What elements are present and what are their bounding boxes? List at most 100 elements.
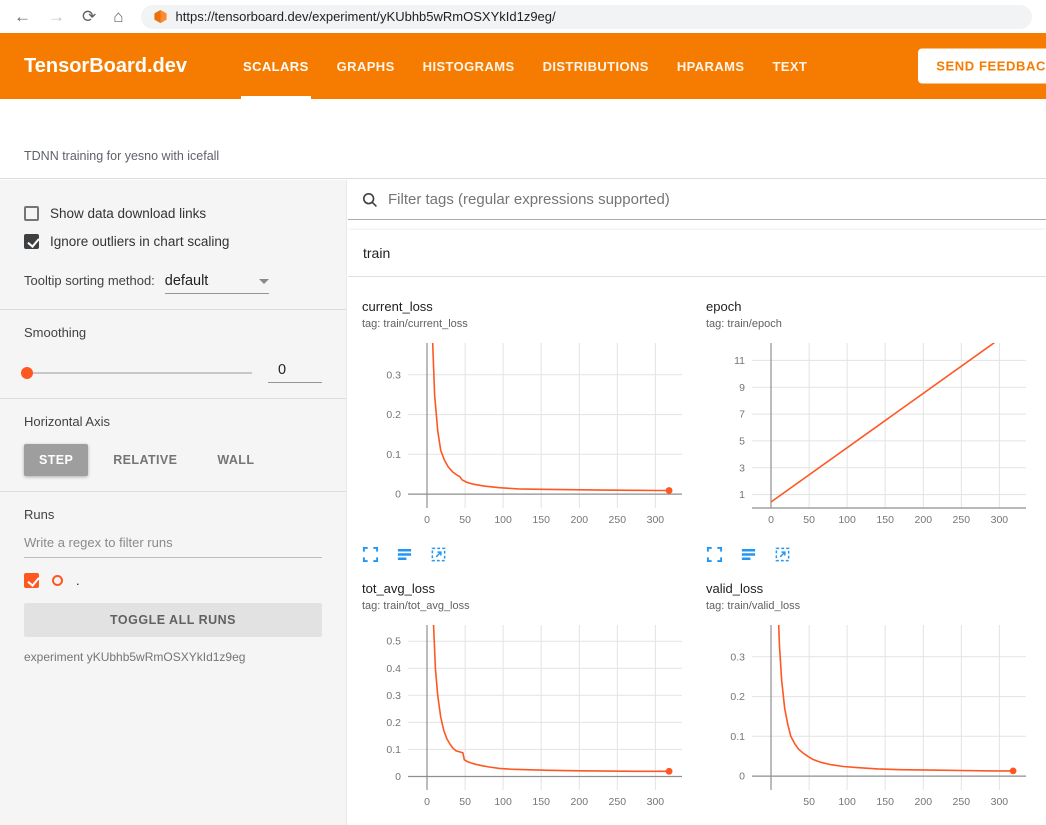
smoothing-label: Smoothing — [24, 325, 322, 340]
chart-title: valid_loss — [706, 581, 1042, 596]
site-favicon — [153, 9, 168, 24]
divider — [0, 491, 346, 492]
checkbox-label: Ignore outliers in chart scaling — [50, 234, 229, 249]
url-text: https://tensorboard.dev/experiment/yKUbh… — [176, 9, 556, 24]
chart-card-current_loss: current_losstag: train/current_loss05010… — [362, 299, 698, 563]
smoothing-slider[interactable] — [24, 372, 252, 374]
chart-title: epoch — [706, 299, 1042, 314]
forward-icon[interactable]: → — [48, 8, 65, 25]
svg-text:0: 0 — [768, 514, 774, 526]
back-icon[interactable]: ← — [14, 8, 31, 25]
svg-text:250: 250 — [609, 514, 627, 526]
dropdown-value: default — [165, 273, 209, 289]
svg-text:7: 7 — [739, 409, 745, 421]
chart-plot[interactable]: 05010015020025030000.10.20.30.40.5 — [362, 620, 694, 816]
show-download-links-checkbox-row[interactable]: Show data download links — [24, 206, 322, 221]
checkbox-icon[interactable] — [24, 206, 39, 221]
axis-buttons: STEP RELATIVE WALL — [24, 444, 322, 476]
runs-list: . — [24, 573, 322, 588]
send-feedback-button[interactable]: SEND FEEDBACK — [918, 49, 1046, 84]
svg-text:0.2: 0.2 — [386, 717, 401, 729]
chart-tag: tag: train/valid_loss — [706, 600, 1042, 612]
checkbox-icon[interactable] — [24, 234, 39, 249]
smoothing-value[interactable]: 0 — [268, 362, 322, 383]
svg-text:0.1: 0.1 — [386, 744, 401, 756]
run-name: . — [76, 573, 80, 588]
svg-text:1: 1 — [739, 489, 745, 501]
svg-text:50: 50 — [803, 514, 815, 526]
train-section-card: train current_losstag: train/current_los… — [348, 230, 1046, 825]
home-icon[interactable]: ⌂ — [113, 8, 123, 25]
run-color-icon[interactable] — [52, 575, 63, 586]
tab-text[interactable]: TEXT — [758, 33, 821, 99]
svg-text:250: 250 — [953, 514, 971, 526]
runs-label: Runs — [24, 507, 322, 522]
chart-actions — [362, 546, 698, 563]
fullscreen-icon[interactable] — [362, 546, 379, 563]
chart-card-valid_loss: valid_losstag: train/valid_loss501001502… — [706, 581, 1042, 825]
svg-text:3: 3 — [739, 462, 745, 474]
svg-text:300: 300 — [647, 514, 665, 526]
svg-text:200: 200 — [915, 796, 933, 808]
axis-button-step[interactable]: STEP — [24, 444, 88, 476]
chevron-down-icon — [259, 279, 269, 284]
charts-grid: current_losstag: train/current_loss05010… — [348, 277, 1046, 825]
main-content: train current_losstag: train/current_los… — [348, 180, 1046, 825]
svg-text:300: 300 — [991, 796, 1009, 808]
tag-filter-input[interactable] — [388, 191, 1046, 208]
run-item[interactable]: . — [24, 573, 322, 588]
svg-text:0.5: 0.5 — [386, 636, 401, 648]
data-table-icon[interactable] — [396, 546, 413, 563]
ignore-outliers-checkbox-row[interactable]: Ignore outliers in chart scaling — [24, 234, 322, 249]
tab-hparams[interactable]: HPARAMS — [663, 33, 759, 99]
svg-text:100: 100 — [838, 796, 856, 808]
reload-icon[interactable]: ⟳ — [82, 8, 96, 25]
svg-text:100: 100 — [494, 514, 512, 526]
checkbox-label: Show data download links — [50, 206, 206, 221]
tensorboard-logo[interactable]: TensorBoard.dev — [24, 55, 187, 78]
svg-text:0.4: 0.4 — [386, 663, 401, 675]
subheader: TDNN training for yesno with icefall — [0, 99, 1046, 179]
axis-button-relative[interactable]: RELATIVE — [98, 444, 192, 476]
experiment-title: TDNN training for yesno with icefall — [24, 149, 219, 163]
chart-tag: tag: train/epoch — [706, 318, 1042, 330]
slider-thumb[interactable] — [21, 367, 33, 379]
svg-text:250: 250 — [609, 796, 627, 808]
chart-title: tot_avg_loss — [362, 581, 698, 596]
toggle-all-runs-button[interactable]: TOGGLE ALL RUNS — [24, 603, 322, 637]
svg-text:0: 0 — [424, 796, 430, 808]
runs-filter-input[interactable] — [24, 526, 322, 558]
svg-text:0: 0 — [739, 771, 745, 783]
axis-button-wall[interactable]: WALL — [202, 444, 269, 476]
fullscreen-icon[interactable] — [706, 546, 723, 563]
svg-text:0.3: 0.3 — [386, 369, 401, 381]
svg-text:150: 150 — [532, 514, 550, 526]
svg-text:0.2: 0.2 — [730, 691, 745, 703]
chart-plot[interactable]: 0501001502002503001357911 — [706, 338, 1038, 534]
horizontal-axis-label: Horizontal Axis — [24, 414, 322, 429]
section-title: train — [363, 245, 390, 261]
tab-histograms[interactable]: HISTOGRAMS — [409, 33, 529, 99]
svg-text:0: 0 — [395, 489, 401, 501]
data-table-icon[interactable] — [740, 546, 757, 563]
fit-domain-icon[interactable] — [430, 546, 447, 563]
tab-distributions[interactable]: DISTRIBUTIONS — [529, 33, 663, 99]
experiment-id-note: experiment yKUbhb5wRmOSXYkId1z9eg — [24, 650, 322, 664]
svg-text:0.2: 0.2 — [386, 409, 401, 421]
svg-text:200: 200 — [915, 514, 933, 526]
run-checkbox-icon[interactable] — [24, 573, 39, 588]
tab-scalars[interactable]: SCALARS — [229, 33, 323, 99]
fit-domain-icon[interactable] — [774, 546, 791, 563]
svg-text:250: 250 — [953, 796, 971, 808]
svg-text:100: 100 — [838, 514, 856, 526]
section-header-train[interactable]: train — [348, 230, 1046, 277]
svg-text:0: 0 — [424, 514, 430, 526]
address-bar[interactable]: https://tensorboard.dev/experiment/yKUbh… — [141, 5, 1032, 29]
chart-title: current_loss — [362, 299, 698, 314]
tab-graphs[interactable]: GRAPHS — [323, 33, 409, 99]
divider — [0, 398, 346, 399]
tooltip-sorting-dropdown[interactable]: default — [165, 273, 269, 294]
chart-plot[interactable]: 5010015020025030000.10.20.3 — [706, 620, 1038, 816]
chart-plot[interactable]: 05010015020025030000.10.20.3 — [362, 338, 694, 534]
svg-text:50: 50 — [803, 796, 815, 808]
